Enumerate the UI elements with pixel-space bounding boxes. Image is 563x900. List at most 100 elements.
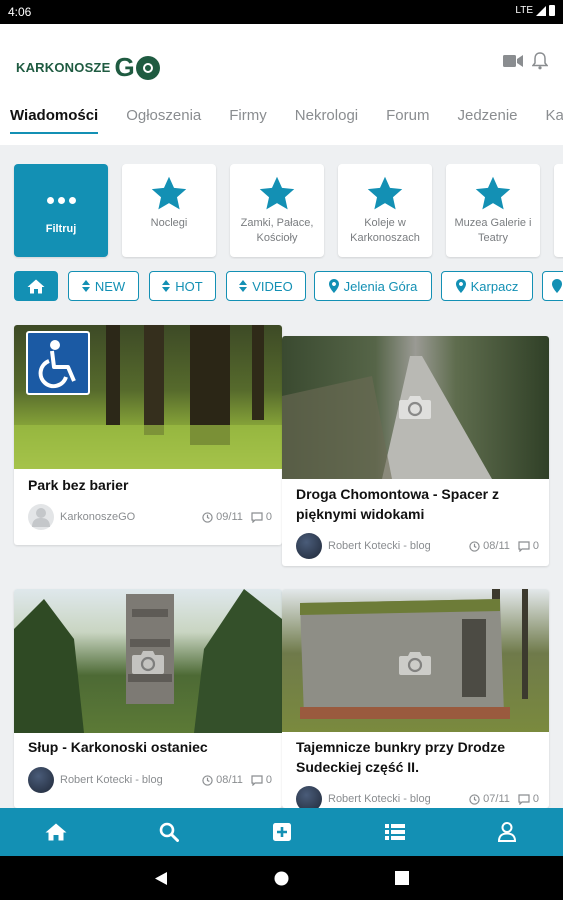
article-author: Robert Kotecki - blog [60,774,163,786]
chip-hot[interactable]: HOT [149,271,216,301]
comment-count: 0 [532,793,539,805]
comment-icon [251,511,263,523]
category-label: Koleje w Karkonoszach [350,217,420,244]
nav-profile[interactable] [496,821,518,843]
article-meta: Robert Kotecki - blog 07/11 0 [296,786,539,808]
clock-icon [202,774,213,786]
article-comments[interactable]: 0 [251,774,272,786]
clock-icon [202,511,213,523]
category-card-partial[interactable] [554,164,563,257]
wheelchair-icon [26,331,90,395]
tab-firmy[interactable]: Firmy [229,106,267,134]
nav-home[interactable] [45,821,67,843]
back-icon[interactable] [154,871,168,886]
nav-list[interactable] [384,821,406,843]
comment-count: 0 [265,774,272,786]
comment-icon [251,774,263,786]
comment-count: 0 [265,511,272,523]
location-icon [328,279,339,293]
camera-icon [132,651,164,674]
chip-video[interactable]: VIDEO [226,271,306,301]
bell-icon[interactable] [529,52,551,70]
category-card-koleje[interactable]: Koleje w Karkonoszach [338,164,432,257]
avatar [28,767,54,793]
tab-forum[interactable]: Forum [386,106,429,134]
article-card[interactable]: Tajemnicze bunkry przy Drodze Sudeckiej … [282,589,549,808]
article-card[interactable]: Droga Chomontowa - Spacer z pięknymi wid… [282,336,549,566]
article-meta: KarkonoszeGO 09/11 0 [28,504,272,530]
article-card[interactable]: Słup - Karkonoski ostaniec Robert Koteck… [14,589,282,808]
user-icon [32,508,50,527]
star-icon [259,176,295,210]
article-comments[interactable]: 0 [251,511,272,523]
chip-jelenia-gora[interactable]: Jelenia Góra [314,271,432,301]
status-indicators: LTE [515,5,555,16]
location-icon [455,279,466,293]
article-title: Park bez barier [28,477,129,493]
clock-icon [469,540,480,552]
status-time: 4:06 [8,5,32,19]
category-label: Noclegi [150,217,188,229]
tab-jedzenie[interactable]: Jedzenie [457,106,517,134]
search-icon [159,822,179,842]
article-image [14,589,282,733]
signal-icon [536,5,546,16]
nav-search[interactable] [158,821,180,843]
article-date: 09/11 [202,511,243,523]
chip-karpacz[interactable]: Karpacz [441,271,533,301]
date-text: 08/11 [483,540,510,552]
category-label: Muzea Galerie i Teatry [454,217,532,244]
article-date: 08/11 [469,540,510,552]
date-text: 08/11 [216,774,243,786]
chip-new[interactable]: NEW [68,271,139,301]
category-card-noclegi[interactable]: Noclegi [122,164,216,257]
battery-icon [549,5,555,16]
article-author: Robert Kotecki - blog [328,540,431,552]
chip-location-partial[interactable] [542,271,563,301]
filter-label: Filtruj [45,223,77,235]
star-icon [367,176,403,210]
chip-label: VIDEO [252,278,293,294]
location-icon [552,279,562,293]
app-logo[interactable]: KARKONOSZE G [16,52,160,83]
article-card[interactable]: Park bez barier KarkonoszeGO 09/11 0 [14,325,282,545]
date-text: 07/11 [483,793,510,805]
home-icon [27,279,45,293]
date-text: 09/11 [216,511,243,523]
more-dots-icon [14,197,108,204]
tab-nekrologi[interactable]: Nekrologi [295,106,358,134]
category-card-zamki[interactable]: Zamki, Pałace, Kościoły [230,164,324,257]
article-author: Robert Kotecki - blog [328,793,431,805]
comment-count: 0 [532,540,539,552]
home-button-icon[interactable] [274,871,289,886]
category-filters: Filtruj Noclegi Zamki, Pałace, Kościoły … [0,164,563,259]
tab-bar: Wiadomości Ogłoszenia Firmy Nekrologi Fo… [0,106,563,136]
tab-wiadomosci[interactable]: Wiadomości [10,106,99,134]
tab-ogloszenia[interactable]: Ogłoszenia [126,106,201,134]
logo-g: G [114,52,135,82]
article-comments[interactable]: 0 [518,793,539,805]
tab-more[interactable]: Ka [546,106,563,134]
chip-label: Jelenia Góra [343,278,418,294]
avatar [296,786,322,808]
nav-add[interactable] [271,821,293,843]
logo-text: KARKONOSZE [16,60,111,75]
power-icon [135,55,160,80]
chip-label: NEW [94,278,126,294]
article-meta: Robert Kotecki - blog 08/11 0 [296,533,539,559]
category-card-muzea[interactable]: Muzea Galerie i Teatry [446,164,540,257]
sort-icon [162,280,171,292]
video-icon[interactable] [502,52,524,70]
recents-icon[interactable] [395,871,409,885]
article-title: Droga Chomontowa - Spacer z pięknymi wid… [296,486,500,522]
user-icon [498,822,516,842]
article-comments[interactable]: 0 [518,540,539,552]
article-image [282,336,549,479]
article-image [14,325,282,469]
chip-home[interactable] [14,271,58,301]
article-title: Tajemnicze bunkry przy Drodze Sudeckiej … [296,739,506,775]
article-image [282,589,549,732]
quick-filter-chips: NEW HOT VIDEO Jelenia Góra Karpacz [14,271,563,302]
bottom-nav [0,808,563,856]
filter-button[interactable]: Filtruj [14,164,108,257]
